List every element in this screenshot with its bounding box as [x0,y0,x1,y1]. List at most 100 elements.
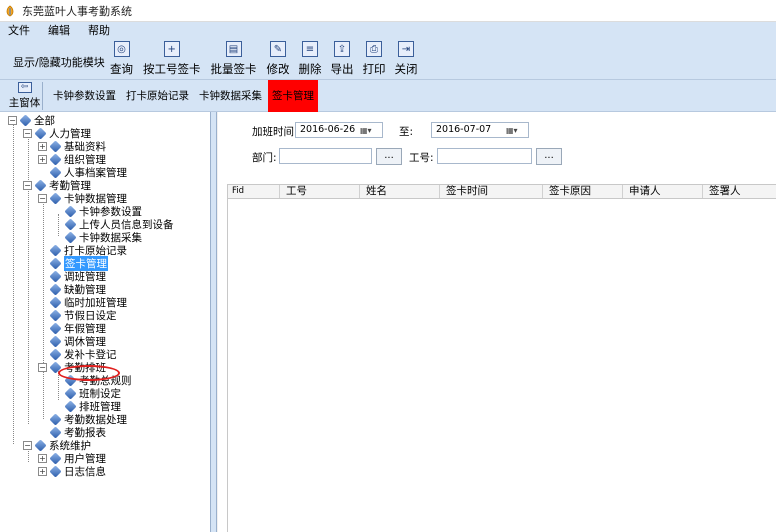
node-icon [49,283,62,296]
node-icon [64,387,77,400]
collapse-icon[interactable]: − [23,441,32,450]
expand-icon[interactable]: + [38,142,47,151]
node-icon [49,140,62,153]
collapse-icon[interactable]: − [8,116,17,125]
employee-browse-button[interactable]: ... [536,148,562,165]
to-date-label: 至: [399,126,414,138]
employee-id-field[interactable] [437,148,532,164]
close-door-icon: ⇥ [398,41,414,57]
menu-help[interactable]: 帮助 [88,22,110,38]
department-browse-button[interactable]: ... [376,148,402,165]
calendar-dropdown-icon[interactable]: ▦▾ [360,125,378,136]
sign-management-panel: 加班时间: 2016-06-26 ▦▾ 至: 2016-07-07 ▦▾ 部门:… [218,112,776,532]
sign-records-grid[interactable]: Fid 工号 姓名 签卡时间 签卡原因 申请人 签署人 [227,184,776,532]
close-button[interactable]: ⇥ 关闭 [395,41,418,77]
column-header-sign-time[interactable]: 签卡时间 [440,185,543,198]
node-icon [49,166,62,179]
toggle-module-button[interactable]: 显示/隐藏功能模块 [13,54,109,70]
node-icon [49,426,62,439]
app-icon [6,4,14,16]
delete-button[interactable]: ≡ 删除 [299,41,322,77]
export-icon: ⇪ [334,41,350,57]
department-label: 部门: [252,152,277,164]
node-icon [49,244,62,257]
to-date-value: 2016-07-07 [436,124,492,135]
batch-sign-icon: ▤ [225,41,242,57]
node-icon [34,179,47,192]
collapse-icon[interactable]: − [38,194,47,203]
batch-sign-button-label: 批量签卡 [210,62,257,76]
print-button-label: 打印 [362,62,386,76]
from-date-label: 加班时间: [252,126,298,138]
node-icon [49,322,62,335]
node-icon [64,205,77,218]
tree-node-log-info[interactable]: + 日志信息 [38,465,106,478]
node-icon [49,270,62,283]
edit-icon: ✎ [270,41,286,57]
collapse-icon[interactable]: − [23,129,32,138]
tree-node-all[interactable]: − 全部 [8,114,55,127]
menu-file[interactable]: 文件 [8,22,30,38]
toolbar: 显示/隐藏功能模块 ◎ 查询 + 按工号签卡 ▤ 批量签卡 ✎ 修改 ≡ 删除 … [0,38,776,80]
export-button[interactable]: ⇪ 导出 [331,41,354,77]
query-button[interactable]: ◎ 查询 [110,41,133,77]
delete-icon: ≡ [302,41,318,57]
sign-by-id-button-label: 按工号签卡 [143,62,201,76]
print-button[interactable]: ⎙ 打印 [363,41,386,77]
expand-icon[interactable]: + [38,467,47,476]
navigation-tree: − 全部 − 人力管理 + 基础资料 + 组织管理 人事档案管理 − 考勤管理 … [0,112,211,532]
column-header-name[interactable]: 姓名 [360,185,440,198]
collapse-icon[interactable]: − [38,363,47,372]
expand-icon[interactable]: + [38,155,47,164]
node-icon [49,465,62,478]
node-icon [19,114,32,127]
filter-area: 加班时间: 2016-06-26 ▦▾ 至: 2016-07-07 ▦▾ 部门:… [218,112,776,182]
column-header-fid[interactable]: Fid [228,185,280,198]
window-title: 东莞蓝叶人事考勤系统 [22,4,132,18]
sign-by-id-icon: + [163,41,180,57]
collapse-icon[interactable]: − [23,181,32,190]
query-button-label: 查询 [110,62,133,76]
tab-clock-collection[interactable]: 卡钟数据采集 [195,80,266,112]
node-icon [49,413,62,426]
column-header-applicant[interactable]: 申请人 [623,185,703,198]
node-icon [49,296,62,309]
calendar-dropdown-icon[interactable]: ▦▾ [506,125,524,136]
home-window-button[interactable]: ⇦ 主窗体 [7,81,43,110]
node-icon [49,335,62,348]
pane-splitter[interactable] [211,112,217,532]
tab-punch-records[interactable]: 打卡原始记录 [122,80,193,112]
sign-by-id-button[interactable]: + 按工号签卡 [143,41,201,77]
node-icon [34,127,47,140]
from-date-value: 2016-06-26 [300,124,356,135]
column-header-signer[interactable]: 签署人 [703,185,776,198]
node-icon [64,400,77,413]
node-icon [49,153,62,166]
edit-button[interactable]: ✎ 修改 [267,41,290,77]
expand-icon[interactable]: + [38,454,47,463]
column-header-employee-id[interactable]: 工号 [280,185,360,198]
close-button-label: 关闭 [394,62,418,76]
binoculars-icon: ◎ [113,41,130,57]
to-date-picker[interactable]: 2016-07-07 ▦▾ [431,122,529,138]
column-header-sign-reason[interactable]: 签卡原因 [543,185,623,198]
menu-bar: 文件 编辑 帮助 [0,22,776,38]
menu-edit[interactable]: 编辑 [48,22,70,38]
node-icon [64,231,77,244]
batch-sign-button[interactable]: ▤ 批量签卡 [211,41,257,77]
node-icon [49,452,62,465]
node-icon [49,309,62,322]
employee-id-label: 工号: [409,152,434,164]
back-arrow-icon: ⇦ [17,81,32,93]
home-window-label: 主窗体 [8,96,41,109]
printer-icon: ⎙ [366,41,382,57]
node-icon [49,192,62,205]
node-icon [49,348,62,361]
tab-sign-management[interactable]: 签卡管理 [268,79,318,112]
title-bar: 东莞蓝叶人事考勤系统 [0,0,776,22]
node-icon [34,439,47,452]
from-date-picker[interactable]: 2016-06-26 ▦▾ [295,122,383,138]
tab-clock-params[interactable]: 卡钟参数设置 [49,80,120,112]
delete-button-label: 删除 [298,62,322,76]
department-field[interactable] [279,148,372,164]
